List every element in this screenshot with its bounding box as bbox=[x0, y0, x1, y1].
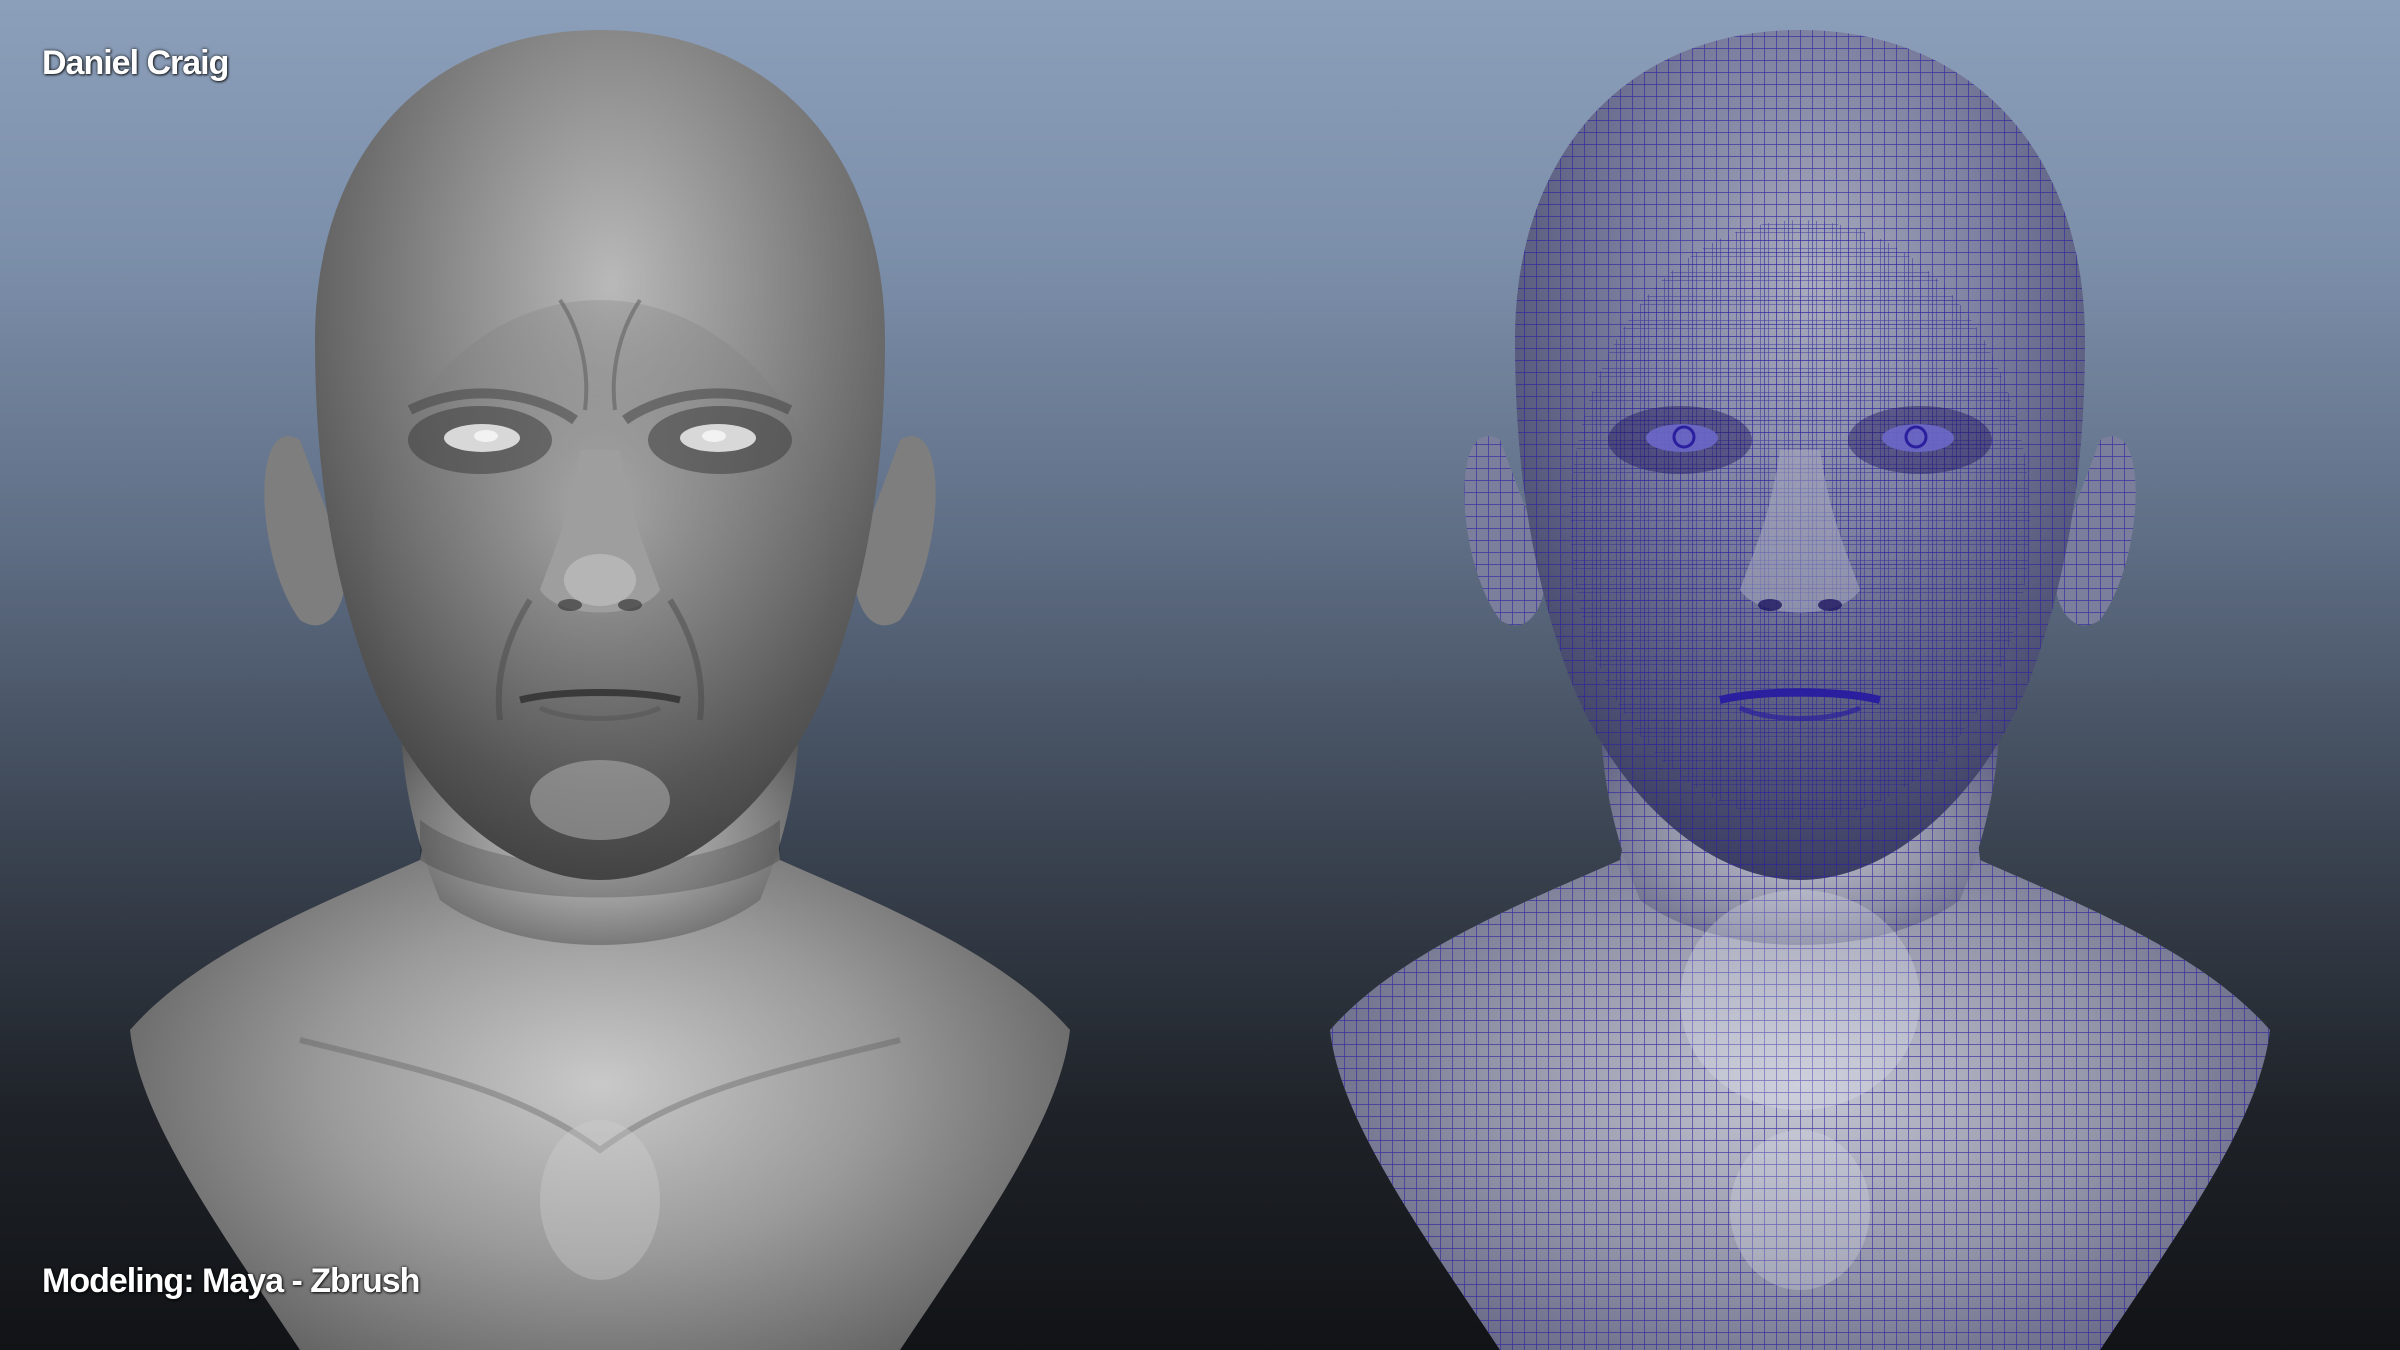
wireframe-bust bbox=[1200, 0, 2400, 1350]
clay-sculpt-bust bbox=[0, 0, 1200, 1350]
model-name-label: Daniel Craig bbox=[42, 44, 229, 82]
modeling-credit-label: Modeling: Maya - Zbrush bbox=[42, 1262, 420, 1300]
render-viewport: Daniel Craig Modeling: Maya - Zbrush bbox=[0, 0, 2400, 1350]
